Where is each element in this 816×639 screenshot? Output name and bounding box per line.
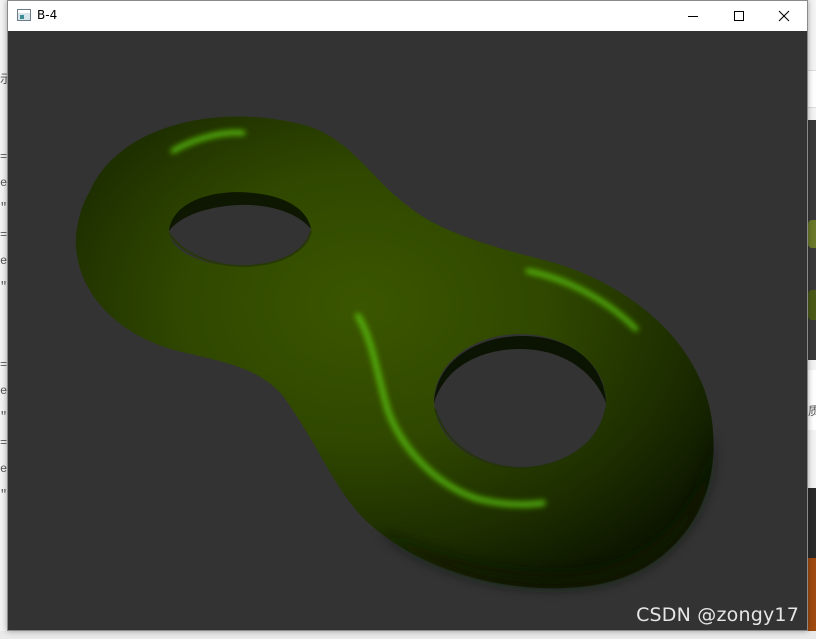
title-bar[interactable]: B-4 [8, 1, 807, 31]
bg-block [808, 488, 816, 639]
render-viewport[interactable]: CSDN @zongy17 [8, 31, 807, 630]
minimize-icon [688, 16, 698, 17]
watermark: CSDN @zongy17 [636, 604, 799, 626]
background-window-right: 质 [808, 0, 816, 639]
maximize-icon [734, 11, 744, 21]
minimize-button[interactable] [670, 1, 716, 31]
window-title: B-4 [37, 8, 58, 22]
app-window: B-4 CSDN @zongy17 [7, 0, 808, 631]
double-torus-render [75, 116, 714, 589]
close-button[interactable] [761, 1, 807, 31]
maximize-button[interactable] [716, 1, 762, 31]
bg-block [808, 120, 816, 360]
close-icon [778, 10, 790, 22]
background-strip-bottom [0, 631, 816, 639]
torus-body [75, 116, 714, 589]
app-icon [17, 9, 31, 21]
bg-fragment: 质 [808, 404, 816, 418]
bg-block [808, 70, 816, 108]
bg-block: 质 [808, 370, 816, 430]
